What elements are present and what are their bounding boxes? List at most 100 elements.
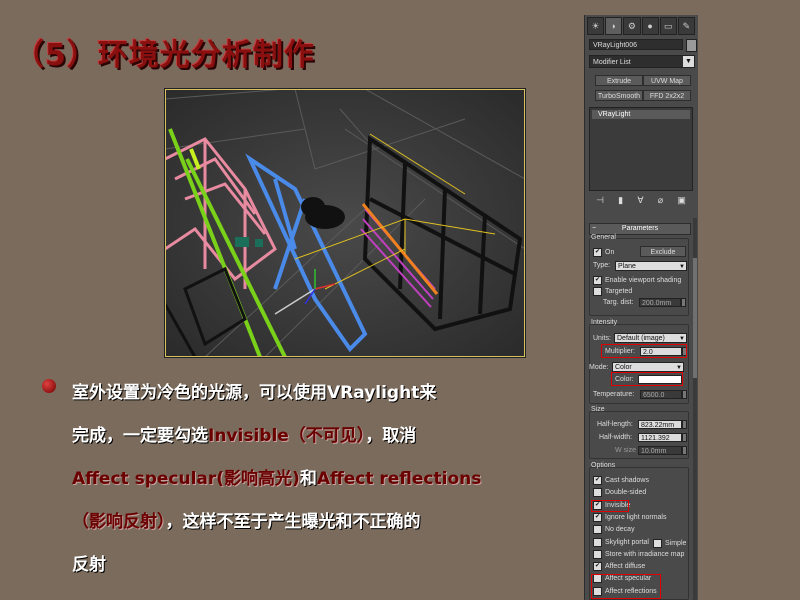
option-checkbox[interactable]: No decay — [593, 525, 635, 535]
viewport-shading-checkbox[interactable]: ✔ Enable viewport shading — [593, 276, 681, 285]
object-color-swatch[interactable] — [686, 39, 697, 52]
panel-scrollbar[interactable] — [693, 218, 697, 600]
stack-tools: ⊣ ▮ ∀ ⌀ ▣ — [589, 193, 693, 207]
simple-checkbox[interactable]: Simple — [653, 539, 686, 548]
uvw-map-button[interactable]: UVW Map — [643, 75, 691, 86]
highlighted-term: Affect specular(影响高光) — [72, 469, 300, 489]
checkbox-box-icon — [593, 287, 602, 296]
option-checkbox[interactable]: ✔ Cast shadows — [593, 476, 649, 485]
half-width-label: Half-width: — [599, 434, 633, 441]
check-icon: ✔ — [593, 276, 602, 285]
check-icon: ✔ — [593, 476, 602, 485]
mode-value: Color — [615, 364, 632, 371]
on-label: On — [605, 249, 615, 256]
mode-dropdown[interactable]: Color ▼ — [612, 362, 684, 372]
intensity-label: Intensity — [591, 319, 618, 326]
modifier-list-label: Modifier List — [593, 59, 631, 66]
targ-dist-label: Targ. dist: — [603, 299, 634, 306]
w-size-field[interactable]: 10.0mm — [638, 446, 682, 455]
scrollbar-thumb[interactable] — [693, 258, 697, 378]
motion-tab-icon[interactable]: ● — [641, 17, 659, 35]
checkbox-box-icon — [593, 549, 602, 559]
object-name-field[interactable]: VRayLight006 — [589, 39, 683, 50]
display-tab-icon[interactable]: ▭ — [659, 17, 677, 35]
bullet-text: 室外设置为冷色的光源，可以使用VRaylight来 — [72, 383, 437, 403]
color-highlight — [611, 372, 683, 386]
option-label: Double-sided — [605, 489, 647, 497]
option-checkbox[interactable]: ✔ Ignore light normals — [593, 512, 666, 522]
bullet-text: 反射 — [72, 555, 106, 575]
3d-viewport[interactable] — [164, 88, 526, 358]
modifier-list-dropdown[interactable]: Modifier List ▼ — [589, 55, 695, 68]
option-label: No decay — [605, 526, 635, 534]
targ-dist-field[interactable]: 200.0mm — [639, 298, 681, 307]
parameters-rollout-title: Parameters — [621, 225, 659, 232]
temperature-spinner[interactable] — [682, 390, 687, 399]
checkbox-box-icon — [593, 537, 602, 547]
mode-label: Mode: — [589, 364, 609, 371]
modify-tab-icon[interactable]: ◗ — [605, 17, 623, 35]
checkbox-box-icon — [593, 525, 602, 535]
type-value: Plane — [618, 263, 636, 270]
bullet-text: ，这样不至于产生曝光和不正确的 — [165, 512, 421, 532]
create-tab-icon[interactable]: ☀ — [587, 17, 605, 35]
w-size-label: W size — [615, 447, 636, 454]
ffd-button[interactable]: FFD 2x2x2 — [643, 90, 691, 101]
targeted-checkbox[interactable]: Targeted — [593, 287, 632, 296]
option-label: Store with irradiance map — [605, 550, 685, 558]
half-length-spinner[interactable] — [682, 420, 687, 429]
checkbox-box-icon — [653, 539, 662, 548]
slide-title: （5）环境光分析制作 — [14, 38, 315, 73]
bullet-line: 室外设置为冷色的光源，可以使用VRaylight来 — [72, 372, 572, 415]
modifier-stack: VRayLight — [589, 107, 693, 191]
hierarchy-tab-icon[interactable]: ⚙ — [623, 17, 641, 35]
configure-modifier-sets-icon[interactable]: ▣ — [677, 195, 686, 206]
option-checkbox[interactable]: Skylight portal — [593, 537, 649, 547]
stack-item-vraylight[interactable]: VRayLight — [592, 110, 690, 119]
turbosmooth-button[interactable]: TurboSmooth — [595, 90, 643, 101]
option-label: Skylight portal — [605, 538, 649, 546]
show-end-result-icon[interactable]: ▮ — [618, 195, 623, 206]
bullet-text: ，取消 — [365, 426, 417, 446]
viewport-scene — [165, 89, 525, 357]
targ-dist-spinner[interactable] — [681, 298, 686, 307]
units-dropdown[interactable]: Default (image) ▼ — [614, 333, 687, 343]
options-label: Options — [591, 462, 616, 469]
size-label: Size — [591, 406, 605, 413]
temperature-field[interactable]: 6500.0 — [640, 390, 682, 399]
chevron-down-icon: ▼ — [683, 56, 694, 67]
type-dropdown[interactable]: Plane ▼ — [615, 261, 687, 271]
half-width-field[interactable]: 1121.392 — [638, 433, 682, 442]
bullet-text: 和 — [299, 469, 317, 489]
extrude-button[interactable]: Extrude — [595, 75, 643, 86]
units-value: Default (image) — [617, 335, 665, 342]
highlighted-term: Invisible（不可见） — [208, 426, 366, 446]
affect-highlight — [591, 574, 661, 599]
multiplier-highlight — [601, 344, 687, 358]
bullet-line: （影响反射），这样不至于产生曝光和不正确的 — [72, 501, 572, 544]
invisible-highlight — [591, 500, 629, 512]
bullet-line: Affect specular(影响高光)和Affect reflections — [72, 458, 572, 501]
command-panel-tabs: ☀ ◗ ⚙ ● ▭ ✎ — [587, 17, 696, 35]
general-label: General — [591, 234, 616, 241]
bullet-paragraph: 室外设置为冷色的光源，可以使用VRaylight来 完成，一定要勾选Invisib… — [72, 372, 572, 587]
pin-stack-icon[interactable]: ⊣ — [596, 195, 604, 206]
half-length-label: Half-length: — [597, 421, 633, 428]
bullet-text: 完成，一定要勾选 — [72, 426, 208, 446]
chevron-down-icon: ▼ — [679, 336, 685, 342]
w-size-spinner[interactable] — [682, 446, 687, 455]
half-length-field[interactable]: 823.22mm — [638, 420, 682, 429]
option-label: Affect diffuse — [605, 563, 646, 571]
on-checkbox[interactable]: ✔ On — [593, 248, 614, 257]
option-checkbox[interactable]: Store with irradiance map — [593, 549, 685, 559]
exclude-button[interactable]: Exclude — [640, 246, 686, 257]
bullet-icon — [42, 379, 56, 393]
option-checkbox[interactable]: Double-sided — [593, 488, 647, 498]
option-checkbox[interactable]: ✔ Affect diffuse — [593, 562, 646, 572]
half-width-spinner[interactable] — [682, 433, 687, 442]
make-unique-icon[interactable]: ∀ — [637, 195, 643, 206]
remove-modifier-icon[interactable]: ⌀ — [658, 195, 663, 206]
option-label: Cast shadows — [605, 477, 649, 484]
highlighted-term: Affect reflections — [316, 469, 482, 489]
utilities-tab-icon[interactable]: ✎ — [677, 17, 696, 35]
